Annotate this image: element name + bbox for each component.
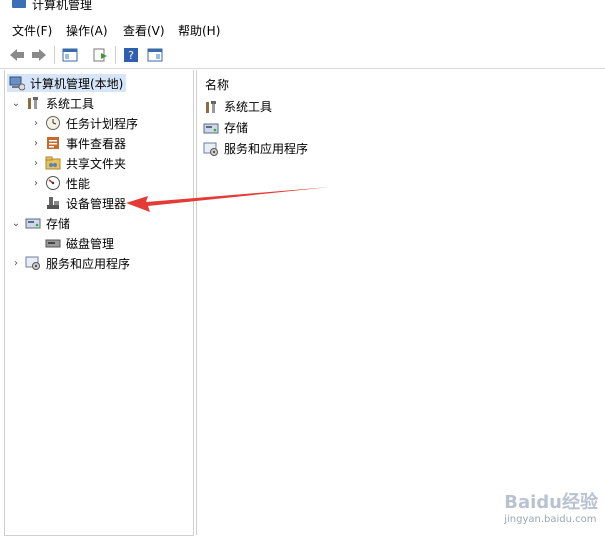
chevron-down-icon[interactable]: ⌄ — [11, 98, 21, 109]
tree-node-task-scheduler[interactable]: › 任务计划程序 — [31, 114, 138, 132]
tree-node-root[interactable]: 计算机管理(本地) — [7, 74, 127, 92]
action-pane-icon — [147, 48, 163, 62]
tree-node-disk-management[interactable]: 磁盘管理 — [45, 234, 114, 252]
chevron-right-icon[interactable]: › — [31, 178, 41, 189]
tree-node-label: 服务和应用程序 — [46, 256, 131, 271]
tools-icon — [28, 97, 38, 109]
list-item-label: 存储 — [224, 121, 249, 135]
storage-icon — [203, 123, 219, 133]
show-hide-tree-button[interactable] — [61, 46, 79, 64]
list-item-label: 系统工具 — [224, 100, 273, 114]
watermark-url: jingyan.baidu.com — [504, 514, 597, 525]
menu-bar: 文件(F) 操作(A) 查看(V) 帮助(H) — [0, 14, 605, 42]
back-button[interactable] — [8, 46, 26, 64]
shared-folder-icon — [45, 156, 61, 170]
toolbar-separator — [115, 46, 116, 64]
tree-node-label: 任务计划程序 — [66, 116, 139, 131]
tree-node-event-viewer[interactable]: › 事件查看器 — [31, 134, 126, 152]
services-icon — [25, 256, 40, 270]
details-pane: 名称 系统工具 存储 服务和应用程序 Baidu经验 jingyan.baidu… — [196, 70, 605, 535]
event-viewer-icon — [47, 137, 59, 149]
device-manager-icon — [47, 197, 59, 209]
clock-icon — [46, 116, 60, 130]
tree-node-system-tools[interactable]: ⌄ 系统工具 — [11, 94, 94, 112]
back-arrow-icon — [10, 49, 24, 61]
menu-file[interactable]: 文件(F) — [12, 22, 52, 39]
chevron-right-icon[interactable]: › — [31, 118, 41, 129]
toolbar: ? — [0, 42, 605, 69]
menu-view[interactable]: 查看(V) — [123, 22, 165, 39]
chevron-down-icon[interactable]: ⌄ — [11, 218, 21, 229]
help-button[interactable]: ? — [122, 46, 140, 64]
menu-help[interactable]: 帮助(H) — [178, 22, 220, 39]
storage-icon — [25, 218, 41, 229]
tree-node-label: 计算机管理(本地) — [30, 76, 124, 91]
list-item[interactable]: 存储 — [203, 119, 248, 136]
tree-node-label: 存储 — [46, 216, 71, 231]
export-list-icon — [93, 48, 107, 62]
window-title: 计算机管理 — [32, 0, 93, 12]
tree-node-label: 共享文件夹 — [66, 156, 127, 171]
tree-node-storage[interactable]: ⌄ 存储 — [11, 214, 70, 232]
performance-gauge-icon — [46, 176, 60, 190]
tree-node-label: 性能 — [66, 176, 91, 191]
disk-icon — [45, 239, 61, 248]
chevron-right-icon[interactable]: › — [31, 138, 41, 149]
services-icon — [203, 142, 218, 156]
forward-arrow-icon — [32, 49, 46, 61]
export-list-button[interactable] — [91, 46, 109, 64]
list-item[interactable]: 服务和应用程序 — [203, 140, 308, 157]
list-item[interactable]: 系统工具 — [203, 98, 272, 115]
tree-node-performance[interactable]: › 性能 — [31, 174, 90, 192]
column-header-name[interactable]: 名称 — [205, 76, 229, 93]
chevron-right-icon[interactable]: › — [31, 158, 41, 169]
tree-node-shared-folders[interactable]: › 共享文件夹 — [31, 154, 126, 172]
show-action-pane-button[interactable] — [146, 46, 164, 64]
forward-button[interactable] — [30, 46, 48, 64]
menu-action[interactable]: 操作(A) — [66, 22, 108, 39]
tools-icon — [206, 100, 216, 113]
svg-text:?: ? — [128, 49, 134, 62]
tree-node-services-apps[interactable]: › 服务和应用程序 — [11, 254, 130, 272]
tree-node-device-manager[interactable]: 设备管理器 — [45, 194, 126, 212]
help-icon: ? — [124, 48, 138, 62]
computer-management-icon — [12, 0, 26, 8]
title-bar: 计算机管理 — [0, 0, 605, 14]
console-tree-icon — [62, 48, 78, 62]
tree-node-label: 系统工具 — [46, 96, 95, 111]
toolbar-separator — [54, 46, 55, 64]
tree-node-label: 磁盘管理 — [66, 236, 115, 251]
chevron-right-icon[interactable]: › — [11, 258, 21, 269]
watermark: Baidu经验 jingyan.baidu.com — [504, 488, 598, 525]
tree-node-label: 事件查看器 — [66, 136, 127, 151]
list-item-label: 服务和应用程序 — [224, 142, 309, 156]
watermark-brand: Baidu经验 — [504, 492, 598, 513]
console-tree: 计算机管理(本地) ⌄ 系统工具 › 任务计划程序 › 事件查看器 › 共享文件… — [4, 70, 194, 536]
computer-management-icon — [9, 76, 25, 91]
tree-node-label: 设备管理器 — [66, 196, 127, 211]
